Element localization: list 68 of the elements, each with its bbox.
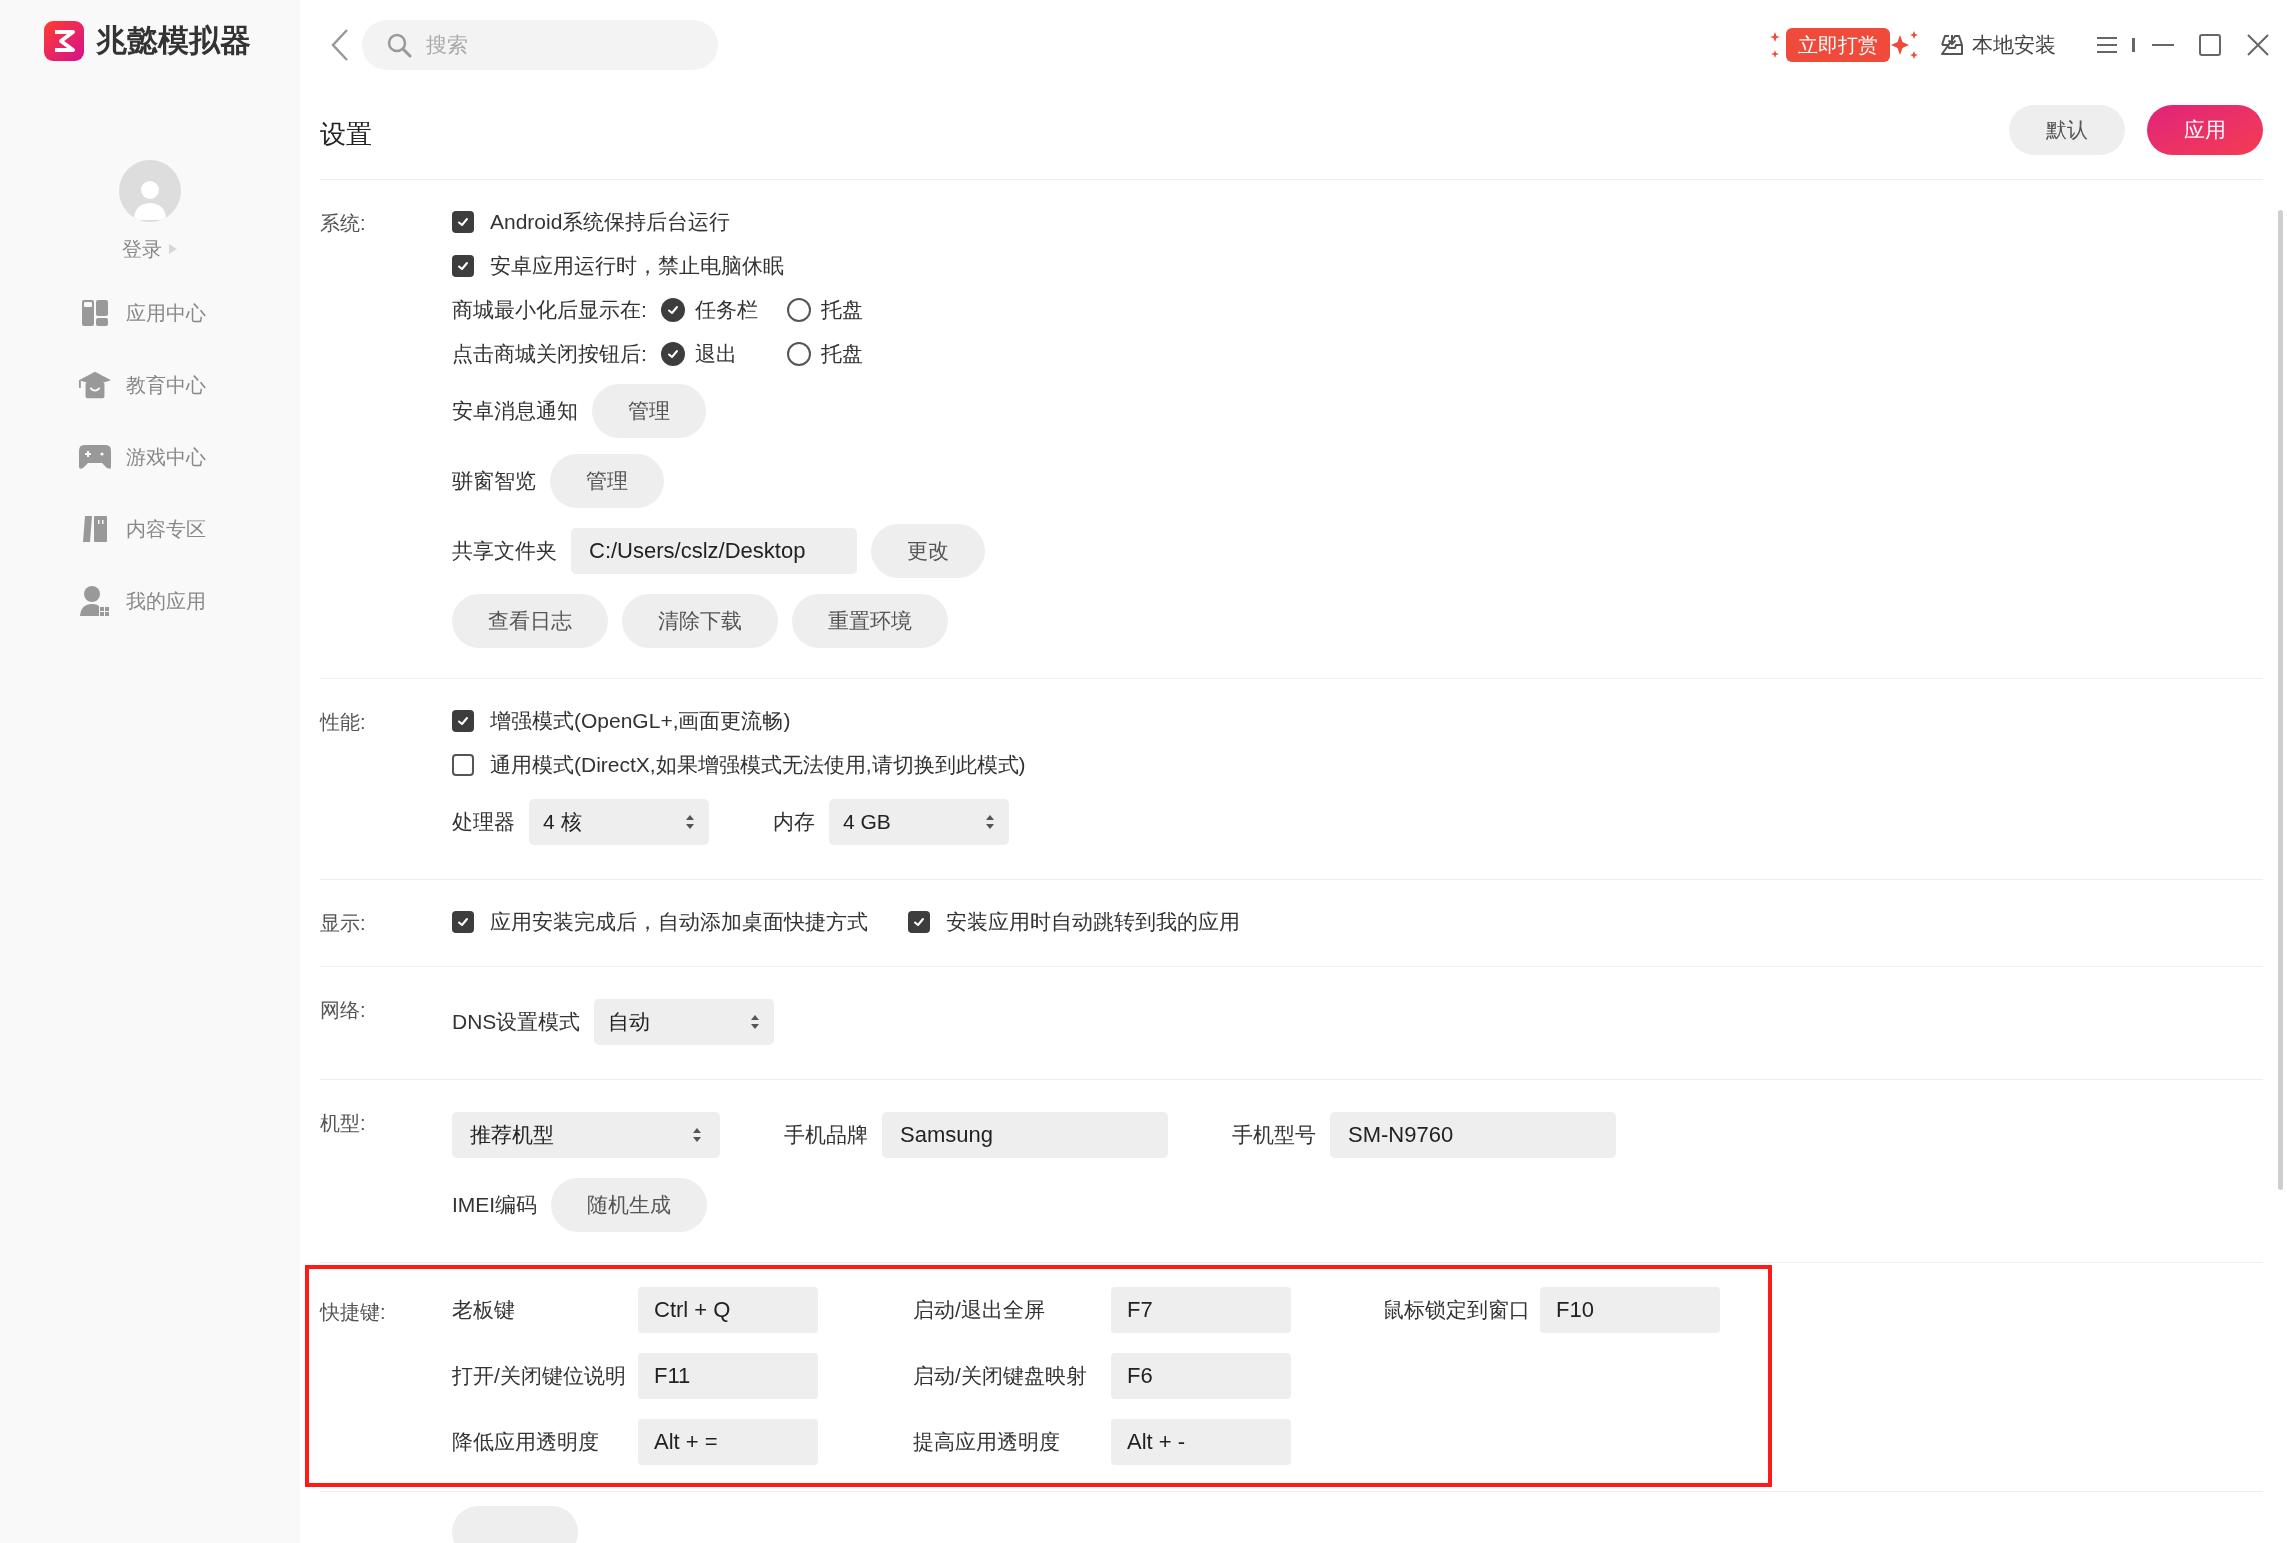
radio-label: 任务栏: [694, 297, 758, 324]
apply-button[interactable]: 应用: [2147, 104, 2263, 155]
checkbox-label: 安装应用时自动跳转到我的应用: [946, 909, 1240, 936]
dropdown[interactable]: 推荐机型: [452, 1112, 720, 1158]
shortcut-label: 鼠标锁定到窗口: [1383, 1297, 1531, 1324]
sidebar-item[interactable]: 我的应用: [78, 581, 206, 620]
radio-label: 托盘: [820, 341, 863, 368]
section-label: 快捷键:: [320, 1300, 387, 1325]
field-label: 处理器: [452, 809, 515, 836]
radio-label: 托盘: [820, 297, 863, 324]
pill-button[interactable]: 更改: [871, 524, 985, 578]
checkbox-label: 应用安装完成后，自动添加桌面快捷方式: [490, 909, 868, 936]
shortcut-field[interactable]: F6: [1111, 1353, 1291, 1399]
app-name: 兆懿模拟器: [96, 22, 251, 60]
shortcut-field[interactable]: Alt + =: [638, 1419, 818, 1465]
checkbox-label: 安卓应用运行时，禁止电脑休眠: [490, 253, 784, 280]
default-button[interactable]: 默认: [2009, 104, 2125, 155]
sidebar-item[interactable]: 应用中心: [78, 293, 206, 332]
field-label: 安卓消息通知: [452, 398, 578, 425]
pill-button[interactable]: 重置环境: [792, 594, 948, 648]
section-label: 网络:: [320, 998, 367, 1023]
dropdown[interactable]: 4 GB: [829, 799, 1009, 845]
shortcut-label: 提高应用透明度: [913, 1429, 1061, 1456]
field-label: 手机品牌: [784, 1122, 868, 1149]
checkbox-label: 增强模式(OpenGL+,画面更流畅): [490, 708, 791, 735]
shortcut-label: 打开/关闭键位说明: [452, 1363, 627, 1390]
text-field[interactable]: SM-N9760: [1330, 1112, 1616, 1158]
field-label: 共享文件夹: [452, 538, 557, 565]
pill-button[interactable]: 清除下载: [622, 594, 778, 648]
dropdown[interactable]: 自动: [594, 999, 775, 1045]
field-label: 点击商城关闭按钮后:: [452, 341, 647, 368]
page-title: 设置: [320, 118, 372, 151]
shortcut-field[interactable]: Alt + -: [1111, 1419, 1291, 1465]
shortcut-label: 启动/退出全屏: [913, 1297, 1046, 1324]
sidebar-item[interactable]: 游戏中心: [78, 437, 206, 476]
sidebar-item[interactable]: 内容专区: [78, 509, 206, 548]
local-install-button[interactable]: 本地安装: [1940, 29, 2056, 61]
pill-button[interactable]: 管理: [550, 454, 664, 508]
field-label: 骈窗智览: [452, 468, 536, 495]
field-label: DNS设置模式: [452, 1009, 581, 1036]
shortcut-field[interactable]: Ctrl + Q: [638, 1287, 818, 1333]
pill-button[interactable]: 查看日志: [452, 594, 608, 648]
shortcut-label: 启动/关闭键盘映射: [913, 1363, 1088, 1390]
field-label: 手机型号: [1232, 1122, 1316, 1149]
pill-button[interactable]: 随机生成: [551, 1178, 708, 1232]
search-field[interactable]: 搜索: [362, 20, 718, 70]
shortcut-field[interactable]: F7: [1111, 1287, 1291, 1333]
section-label: 性能:: [320, 710, 367, 735]
sidebar-item[interactable]: 教育中心: [78, 365, 206, 404]
login-link[interactable]: 登录: [122, 233, 162, 264]
radio-label: 退出: [694, 341, 737, 368]
shortcut-label: 降低应用透明度: [452, 1429, 600, 1456]
pill-button[interactable]: 管理: [592, 384, 706, 438]
field-label: IMEI编码: [452, 1192, 538, 1219]
field-label: 商城最小化后显示在:: [452, 297, 647, 324]
checkbox-label: 通用模式(DirectX,如果增强模式无法使用,请切换到此模式): [490, 752, 1026, 779]
section-label: 系统:: [320, 211, 367, 236]
shortcut-field[interactable]: F10: [1540, 1287, 1720, 1333]
shortcut-field[interactable]: F11: [638, 1353, 818, 1399]
dropdown[interactable]: 4 核: [529, 799, 709, 845]
section-label: 显示:: [320, 911, 367, 936]
checkbox-label: Android系统保持后台运行: [490, 209, 731, 236]
text-field[interactable]: Samsung: [882, 1112, 1168, 1158]
section-label: 机型:: [320, 1111, 367, 1136]
field-label: 内存: [773, 809, 815, 836]
reward-button[interactable]: 立即打赏: [1786, 28, 1890, 62]
shortcut-label: 老板键: [452, 1297, 516, 1324]
text-field[interactable]: C:/Users/cslz/Desktop: [571, 528, 857, 574]
